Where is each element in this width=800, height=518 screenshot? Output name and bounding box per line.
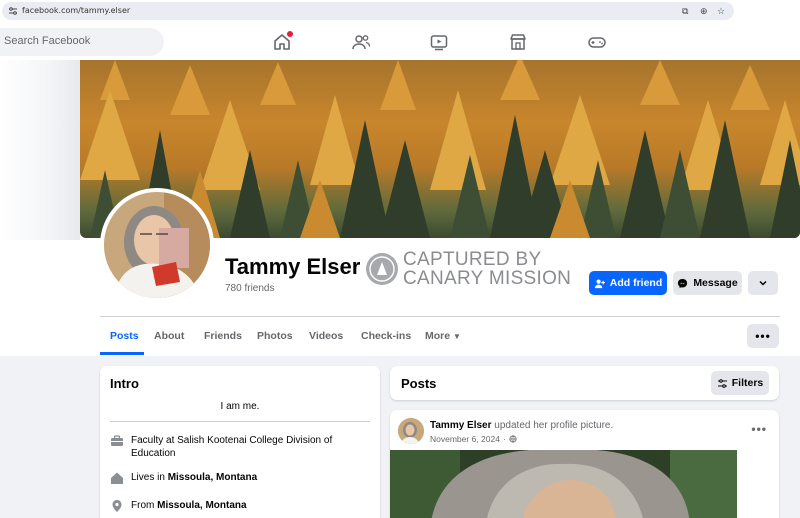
add-friend-button[interactable]: Add friend [589, 271, 667, 295]
intro-card: Intro I am me. Faculty at Salish Kootena… [100, 366, 380, 518]
post-author-avatar[interactable] [398, 418, 424, 444]
tab-check-ins[interactable]: Check-ins [361, 330, 411, 342]
browser-address-bar: facebook.com/tammy.elser ⧉ ⊕ ☆ [0, 0, 800, 22]
active-tab-indicator [100, 352, 144, 355]
facebook-top-nav: Search Facebook [0, 22, 800, 62]
posts-title: Posts [401, 376, 437, 391]
messenger-icon [678, 278, 688, 288]
ellipsis-icon: ••• [755, 329, 771, 343]
intro-from: From Missoula, Montana [110, 499, 247, 513]
url-field[interactable]: facebook.com/tammy.elser ⧉ ⊕ ☆ [2, 2, 734, 20]
post-meta: November 6, 2024 · [430, 434, 517, 444]
house-icon [111, 472, 123, 484]
intro-lives: Lives in Missoula, Montana [110, 471, 257, 485]
lives-prefix: Lives in [131, 472, 168, 483]
search-placeholder: Search Facebook [4, 35, 91, 47]
tab-more-label: More [425, 330, 451, 342]
from-prefix: From [131, 500, 158, 511]
profile-name: Tammy Elser [225, 254, 361, 279]
install-app-icon[interactable]: ⧉ [682, 6, 688, 17]
search-input[interactable]: Search Facebook [0, 28, 164, 56]
briefcase-icon [111, 435, 123, 446]
intro-work-text: Faculty at Salish Kootenai College Divis… [131, 435, 333, 459]
chevron-down-icon [759, 280, 767, 286]
lives-location[interactable]: Missoula, Montana [168, 472, 257, 483]
intro-work: Faculty at Salish Kootenai College Divis… [110, 434, 360, 460]
post-header-text: Tammy Elser updated her profile picture. [430, 420, 613, 431]
home-icon[interactable] [272, 31, 293, 52]
bookmark-star-icon[interactable]: ☆ [717, 6, 725, 17]
tab-more[interactable]: More ▼ [425, 330, 461, 342]
intro-title: Intro [110, 376, 139, 391]
filter-sliders-icon [717, 378, 727, 388]
watermark-text: CAPTURED BY CANARY MISSION [403, 250, 571, 288]
tabs-divider [100, 316, 780, 317]
add-person-icon [594, 279, 605, 288]
zoom-icon[interactable]: ⊕ [700, 6, 708, 17]
post-image[interactable] [390, 450, 737, 518]
more-options-button[interactable]: ••• [747, 324, 779, 348]
tab-posts[interactable]: Posts [110, 330, 139, 342]
post-card: Tammy Elser updated her profile picture.… [390, 410, 779, 518]
tab-about[interactable]: About [154, 330, 184, 342]
profile-avatar[interactable] [100, 188, 214, 302]
location-pin-icon [112, 500, 122, 512]
from-location[interactable]: Missoula, Montana [157, 500, 246, 511]
posts-header-card: Posts Filters [390, 366, 779, 400]
profile-options-button[interactable] [748, 271, 778, 295]
url-text: facebook.com/tammy.elser [22, 6, 131, 15]
watermark-line2: CANARY MISSION [403, 268, 572, 289]
caret-down-icon: ▼ [453, 332, 461, 341]
message-button[interactable]: Message [673, 271, 742, 295]
filters-label: Filters [731, 377, 764, 389]
tab-photos[interactable]: Photos [257, 330, 293, 342]
intro-bio: I am me. [220, 401, 260, 412]
friend-count[interactable]: 780 friends [225, 283, 274, 294]
post-options-button[interactable]: ••• [751, 422, 767, 436]
tab-friends[interactable]: Friends [204, 330, 242, 342]
tune-icon[interactable] [8, 6, 18, 16]
post-date[interactable]: November 6, 2024 [430, 434, 500, 444]
globe-icon [509, 435, 517, 443]
message-label: Message [693, 277, 738, 289]
marketplace-icon[interactable] [508, 32, 528, 52]
notification-dot [287, 31, 293, 37]
friends-icon[interactable] [351, 32, 371, 52]
tab-videos[interactable]: Videos [309, 330, 343, 342]
filters-button[interactable]: Filters [711, 371, 769, 395]
gaming-icon[interactable] [587, 32, 607, 52]
header-side-fade [0, 60, 80, 240]
canary-mission-logo [366, 253, 398, 285]
add-friend-label: Add friend [609, 277, 663, 289]
post-action: updated her profile picture. [491, 420, 614, 431]
intro-divider [110, 421, 370, 422]
video-icon[interactable] [429, 32, 449, 52]
post-author-name[interactable]: Tammy Elser [430, 420, 492, 431]
watermark-line1: CAPTURED BY [403, 249, 542, 270]
